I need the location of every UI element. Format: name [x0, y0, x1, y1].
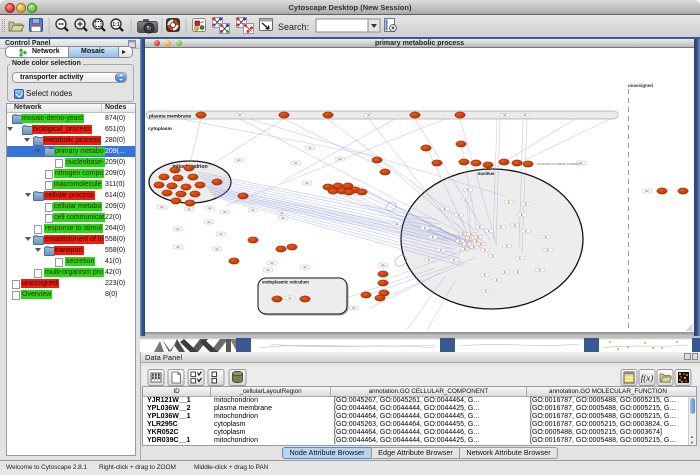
- svg-text:lab: lab: [219, 232, 223, 236]
- svg-text:lab: lab: [237, 158, 241, 162]
- svg-text:unassigned: unassigned: [628, 83, 653, 88]
- svg-text:lbl: lbl: [466, 242, 469, 246]
- svg-text:lab: lab: [280, 211, 284, 215]
- svg-text:lab: lab: [294, 161, 298, 165]
- svg-text:lab: lab: [176, 227, 180, 231]
- svg-text:plasma membrane: plasma membrane: [149, 114, 191, 120]
- svg-text:nucleus: nucleus: [477, 171, 495, 176]
- svg-text:lbl: lbl: [477, 235, 480, 239]
- svg-text:lab: lab: [223, 210, 227, 214]
- svg-text:Search:: Search:: [278, 22, 309, 32]
- svg-text:lbl: lbl: [470, 232, 473, 236]
- svg-text:f(x): f(x): [641, 373, 654, 383]
- svg-text:GO:0016787 GO:0005488 GO:00052: GO:0016787 GO:0005488 GO:0005215: [537, 163, 580, 166]
- svg-text:lab: lab: [207, 220, 211, 224]
- svg-text:lab: lab: [381, 263, 385, 267]
- svg-text:1:1: 1:1: [112, 22, 119, 28]
- svg-text:lab: lab: [251, 208, 255, 212]
- svg-text:lab: lab: [288, 296, 292, 300]
- svg-text:lab: lab: [352, 306, 356, 310]
- svg-text:lab: lab: [176, 245, 180, 249]
- svg-text:lab: lab: [215, 247, 219, 251]
- svg-text:lab: lab: [305, 181, 309, 185]
- svg-text:lab: lab: [187, 207, 191, 211]
- svg-text:endoplasmic reticulum: endoplasmic reticulum: [262, 280, 309, 285]
- svg-text:lbl: lbl: [480, 242, 483, 246]
- svg-text:lab: lab: [266, 268, 270, 272]
- svg-text:lab: lab: [303, 265, 307, 269]
- svg-text:lab: lab: [367, 113, 371, 117]
- svg-text:lab: lab: [523, 113, 527, 117]
- svg-text:lbl: lbl: [462, 232, 465, 236]
- svg-text:lab: lab: [338, 157, 342, 161]
- svg-text:lab: lab: [395, 222, 399, 226]
- svg-text:lbl: lbl: [473, 245, 476, 249]
- svg-text:lab: lab: [160, 205, 164, 209]
- svg-text:lab: lab: [645, 189, 649, 193]
- svg-text:lab: lab: [270, 261, 274, 265]
- svg-text:cytoplasm: cytoplasm: [148, 126, 172, 132]
- svg-text:lab: lab: [503, 113, 507, 117]
- svg-text:lab: lab: [238, 113, 242, 117]
- svg-text:lab: lab: [208, 206, 212, 210]
- svg-text:lab: lab: [579, 161, 583, 165]
- svg-text:lbl: lbl: [459, 239, 462, 243]
- svg-text:lab: lab: [308, 146, 312, 150]
- svg-text:lab: lab: [281, 216, 285, 220]
- svg-text:lbl: lbl: [464, 247, 467, 251]
- svg-text:lbl: lbl: [469, 236, 472, 240]
